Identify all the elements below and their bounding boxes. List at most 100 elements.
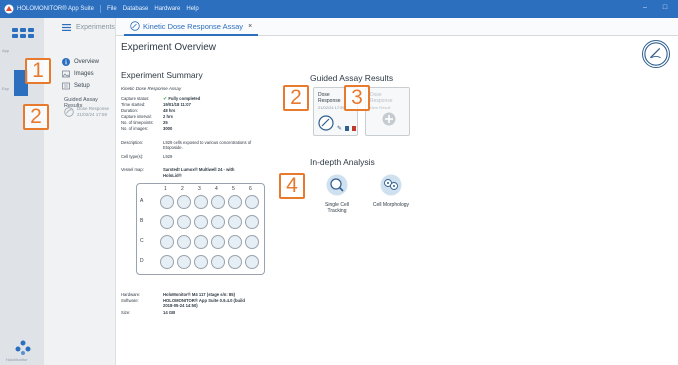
tab-active-label: Kinetic Dose Response Assay <box>143 21 244 31</box>
tile-title: Dose Response <box>370 92 393 104</box>
summary-key: No. of images: <box>121 126 148 131</box>
summary-key: Capture interval: <box>121 114 152 119</box>
export-icon[interactable] <box>345 126 349 131</box>
minimize-icon[interactable]: – <box>640 3 650 13</box>
indepth-heading: In-depth Analysis <box>310 157 375 167</box>
cells-icon <box>380 174 402 196</box>
software-value-2: 2018-05-24 14:50) <box>163 303 198 308</box>
tile-title: Dose Response <box>318 92 341 104</box>
cell-morphology[interactable]: Cell Morphology <box>368 174 414 208</box>
page-title: Experiment Overview <box>121 42 217 53</box>
summary-key: No. of timepoints: <box>121 120 154 125</box>
well-A2[interactable] <box>177 195 191 209</box>
well-D5[interactable] <box>228 255 242 269</box>
well-D6[interactable] <box>245 255 259 269</box>
vessel-map[interactable]: 1 2 3 4 5 6 A B C D <box>136 183 265 275</box>
summary-value: 48 hrs <box>163 108 176 113</box>
edit-icon[interactable]: ✎ <box>337 125 342 132</box>
well-D1[interactable] <box>160 255 174 269</box>
add-icon[interactable] <box>382 112 396 126</box>
menu-help[interactable]: Help <box>186 6 198 12</box>
analysis-label: Cell Morphology <box>372 202 410 208</box>
menu-file[interactable]: File <box>107 6 117 12</box>
step-badge: 1 <box>25 58 51 84</box>
plate-col-label: 1 <box>164 186 167 192</box>
well-D4[interactable] <box>211 255 225 269</box>
nav-images-label: Images <box>74 71 94 77</box>
description-value-2: Etoposide. <box>163 145 183 150</box>
well-C5[interactable] <box>228 235 242 249</box>
well-A1[interactable] <box>160 195 174 209</box>
hamburger-icon <box>62 23 71 31</box>
step-badge: 4 <box>279 173 305 199</box>
guided-result-dose-response[interactable]: Dose Response 21/02/24 17:59 <box>64 106 109 117</box>
step-badge: 3 <box>344 85 370 111</box>
nav-images[interactable]: Images <box>62 70 94 78</box>
description-key: Description: <box>121 140 144 145</box>
summary-value: 19/01/18 11:07 <box>163 102 191 107</box>
vessel-value-2: HoloLid® <box>163 173 182 178</box>
plate-row-label: D <box>140 258 144 264</box>
analysis-label: Tracking <box>327 208 347 214</box>
well-C4[interactable] <box>211 235 225 249</box>
plate-col-label: 4 <box>215 186 218 192</box>
vessel-value: Sarstedt Lumox® Multiwell 24 - with <box>163 167 235 172</box>
well-A6[interactable] <box>245 195 259 209</box>
delete-icon[interactable] <box>352 126 356 131</box>
single-cell-tracking[interactable]: Single Cell Tracking <box>317 174 357 214</box>
dose-response-icon <box>64 106 74 117</box>
maximize-icon[interactable]: □ <box>660 3 670 13</box>
close-tab-icon[interactable]: × <box>248 23 252 30</box>
summary-key: Capture status: <box>121 96 150 101</box>
well-B1[interactable] <box>160 215 174 229</box>
well-A5[interactable] <box>228 195 242 209</box>
tab-kinetic-dose-response[interactable]: Kinetic Dose Response Assay × <box>124 18 259 36</box>
well-B3[interactable] <box>194 215 208 229</box>
tab-experiments[interactable]: Experiments <box>62 18 115 36</box>
app-logo-icon <box>4 4 14 14</box>
apps-grid-icon[interactable] <box>12 28 34 44</box>
assay-fab-icon[interactable] <box>642 40 670 68</box>
tile-title-line: Response <box>370 98 393 104</box>
menu-database[interactable]: Database <box>123 6 149 12</box>
rail-label-holomonitor: HoloMonitor <box>6 357 28 362</box>
well-C2[interactable] <box>177 235 191 249</box>
well-B5[interactable] <box>228 215 242 229</box>
new-result-tile[interactable]: Dose Response New Result <box>365 87 410 136</box>
experiment-subnav: Overview Images Setup Guided Assay Resul… <box>44 18 116 365</box>
well-D3[interactable] <box>194 255 208 269</box>
dose-response-icon <box>318 115 334 131</box>
well-B6[interactable] <box>245 215 259 229</box>
rail-label-experiments: Exp <box>2 86 9 91</box>
well-B4[interactable] <box>211 215 225 229</box>
assay-icon <box>130 21 140 31</box>
well-C6[interactable] <box>245 235 259 249</box>
menu-hardware[interactable]: Hardware <box>154 6 180 12</box>
tab-experiments-label: Experiments <box>76 23 115 31</box>
plate-col-label: 6 <box>249 186 252 192</box>
well-B2[interactable] <box>177 215 191 229</box>
holomonitor-icon[interactable] <box>14 338 32 356</box>
well-C1[interactable] <box>160 235 174 249</box>
magnifier-icon <box>326 174 348 196</box>
size-value: 14 GB <box>163 310 176 315</box>
plate-row-label: B <box>140 218 144 224</box>
summary-key: Duration: <box>121 108 138 113</box>
celltype-key: Cell type(s): <box>121 154 144 159</box>
nav-setup-label: Setup <box>74 83 90 89</box>
summary-key: Time started: <box>121 102 146 107</box>
guided-assay-heading: Guided Assay Results <box>310 73 394 83</box>
well-A4[interactable] <box>211 195 225 209</box>
nav-overview[interactable]: Overview <box>62 58 99 66</box>
plate-col-label: 2 <box>181 186 184 192</box>
nav-setup[interactable]: Setup <box>62 82 90 90</box>
plate-row-label: C <box>140 238 144 244</box>
title-separator <box>100 5 102 13</box>
well-C3[interactable] <box>194 235 208 249</box>
well-A3[interactable] <box>194 195 208 209</box>
well-D2[interactable] <box>177 255 191 269</box>
guided-result-date: 21/02/24 17:59 <box>77 111 108 117</box>
assay-name: Kinetic Dose Response Assay <box>121 86 182 91</box>
plate-row-label: A <box>140 198 144 204</box>
software-key: Software: <box>121 298 139 303</box>
